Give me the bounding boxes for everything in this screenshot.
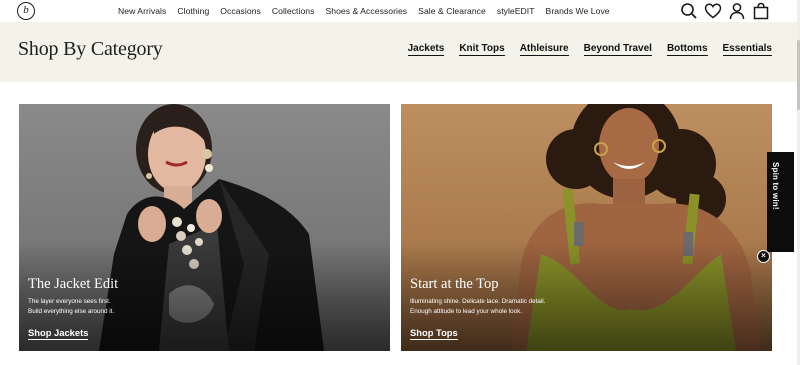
nav-clothing[interactable]: Clothing (177, 6, 209, 16)
category-band: Shop By Category Jackets Knit Tops Athle… (0, 22, 797, 82)
nav-shoes-accessories[interactable]: Shoes & Accessories (325, 6, 407, 16)
category-link-athleisure[interactable]: Athleisure (519, 43, 569, 56)
category-link-essentials[interactable]: Essentials (722, 43, 772, 56)
tile-desc-line-2: Enough attitude to lead your whole look. (410, 307, 523, 315)
tile-description: Illuminating shine. Delicate lace. Drama… (410, 297, 630, 316)
top-navigation: b New Arrivals Clothing Occasions Collec… (0, 0, 800, 22)
section-title: Shop By Category (18, 38, 163, 60)
spin-to-win-tab[interactable]: Spin to win! (767, 152, 794, 252)
tile-title: Start at the Top (410, 276, 499, 292)
nav-occasions[interactable]: Occasions (220, 6, 261, 16)
nav-collections[interactable]: Collections (272, 6, 315, 16)
nav-new-arrivals[interactable]: New Arrivals (118, 6, 166, 16)
category-link-jackets[interactable]: Jackets (407, 43, 445, 56)
tile-desc-line-1: Illuminating shine. Delicate lace. Drama… (410, 298, 546, 305)
heart-icon[interactable] (704, 2, 722, 20)
header-icons (674, 2, 770, 20)
start-at-top-tile[interactable]: Start at the Top Illuminating shine. Del… (401, 104, 772, 351)
shop-tops-link[interactable]: Shop Tops (410, 327, 458, 340)
close-icon[interactable]: × (757, 250, 770, 263)
category-link-beyond-travel[interactable]: Beyond Travel (583, 43, 652, 56)
category-link-knit-tops[interactable]: Knit Tops (459, 43, 505, 56)
brand-logo[interactable]: b (17, 2, 35, 20)
primary-nav: New Arrivals Clothing Occasions Collecti… (118, 0, 621, 22)
tile-title: The Jacket Edit (28, 276, 119, 292)
bag-icon[interactable] (752, 2, 770, 20)
category-link-bottoms[interactable]: Bottoms (666, 43, 708, 56)
spin-to-win-label: Spin to win! (771, 162, 780, 210)
tile-desc-line-1: The layer everyone sees first. (28, 298, 111, 305)
search-icon[interactable] (680, 2, 698, 20)
tile-desc-line-2: Build everything else around it. (28, 307, 115, 315)
user-icon[interactable] (728, 2, 746, 20)
nav-brands-we-love[interactable]: Brands We Love (546, 6, 610, 16)
shop-jackets-link[interactable]: Shop Jackets (28, 327, 89, 340)
category-links: Jackets Knit Tops Athleisure Beyond Trav… (393, 43, 772, 56)
jacket-edit-tile[interactable]: The Jacket Edit The layer everyone sees … (19, 104, 390, 351)
nav-sale-clearance[interactable]: Sale & Clearance (418, 6, 486, 16)
nav-styleedit[interactable]: styleEDIT (497, 6, 535, 16)
tile-description: The layer everyone sees first. Build eve… (28, 297, 248, 316)
